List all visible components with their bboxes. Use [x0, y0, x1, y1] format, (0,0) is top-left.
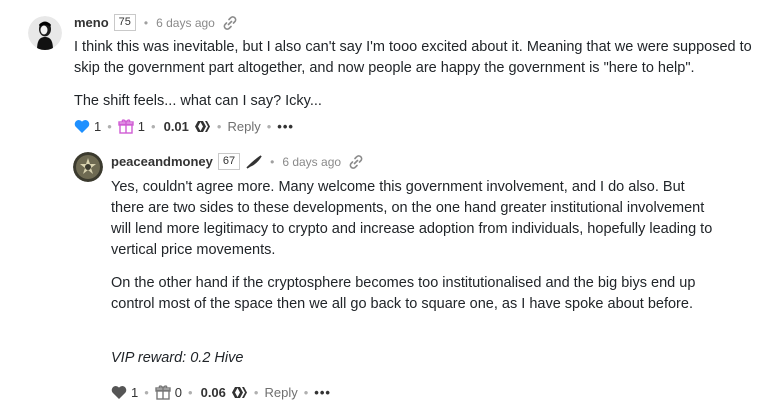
- gift-icon[interactable]: [155, 384, 171, 400]
- comment-paragraph: The shift feels... what can I say? Icky.…: [74, 93, 322, 109]
- comment-paragraph: I think this was inevitable, but I also …: [74, 39, 752, 76]
- separator-dot: •: [253, 384, 259, 400]
- permalink-icon[interactable]: [223, 15, 237, 30]
- more-options-button[interactable]: •••: [277, 119, 294, 134]
- gift-count: 1: [137, 118, 146, 134]
- separator-dot: •: [188, 384, 193, 400]
- vote-count[interactable]: 1: [94, 119, 101, 134]
- vip-reward: VIP reward: 0.2 Hive: [111, 350, 244, 366]
- reputation-badge: 67: [217, 153, 241, 170]
- feather-icon: [246, 154, 262, 169]
- permalink-icon[interactable]: [349, 154, 363, 169]
- hive-logo-icon: [230, 386, 248, 399]
- avatar-image-icon: [73, 152, 103, 182]
- comment-meno: meno 75 • 6 days ago I think this was in…: [0, 0, 768, 140]
- author-name[interactable]: peaceandmoney: [111, 154, 213, 169]
- payout-value[interactable]: 0.06: [201, 385, 226, 400]
- avatar[interactable]: [28, 16, 62, 50]
- separator-dot: •: [303, 384, 309, 400]
- gift-icon[interactable]: [118, 118, 134, 134]
- author-name[interactable]: meno: [74, 15, 109, 30]
- avatar[interactable]: [73, 152, 103, 182]
- comment-paragraph: Yes, couldn't agree more. Many welcome t…: [111, 179, 713, 258]
- timestamp[interactable]: 6 days ago: [282, 155, 341, 169]
- separator-dot: •: [216, 118, 222, 134]
- reply-button[interactable]: Reply: [264, 385, 297, 400]
- reputation-badge: 75: [113, 14, 136, 31]
- avatar-image-icon: [28, 16, 62, 50]
- gift-count: 0: [174, 384, 183, 400]
- vote-count[interactable]: 1: [131, 385, 138, 400]
- hive-logo-icon: [193, 120, 211, 133]
- payout-value[interactable]: 0.01: [164, 119, 189, 134]
- separator-dot: •: [107, 118, 112, 134]
- separator-dot: •: [144, 384, 149, 400]
- comment-peaceandmoney: peaceandmoney 67 • 6 days ago Yes, could…: [0, 140, 768, 418]
- more-options-button[interactable]: •••: [314, 385, 331, 400]
- timestamp[interactable]: 6 days ago: [156, 16, 215, 30]
- separator-dot: •: [151, 118, 156, 134]
- upvote-heart-icon[interactable]: [111, 385, 127, 400]
- comment-paragraph: On the other hand if the cryptosphere be…: [111, 275, 696, 312]
- upvote-heart-icon[interactable]: [74, 119, 90, 134]
- reply-button[interactable]: Reply: [227, 119, 260, 134]
- separator-dot: •: [270, 154, 275, 169]
- separator-dot: •: [143, 15, 149, 30]
- separator-dot: •: [266, 118, 272, 134]
